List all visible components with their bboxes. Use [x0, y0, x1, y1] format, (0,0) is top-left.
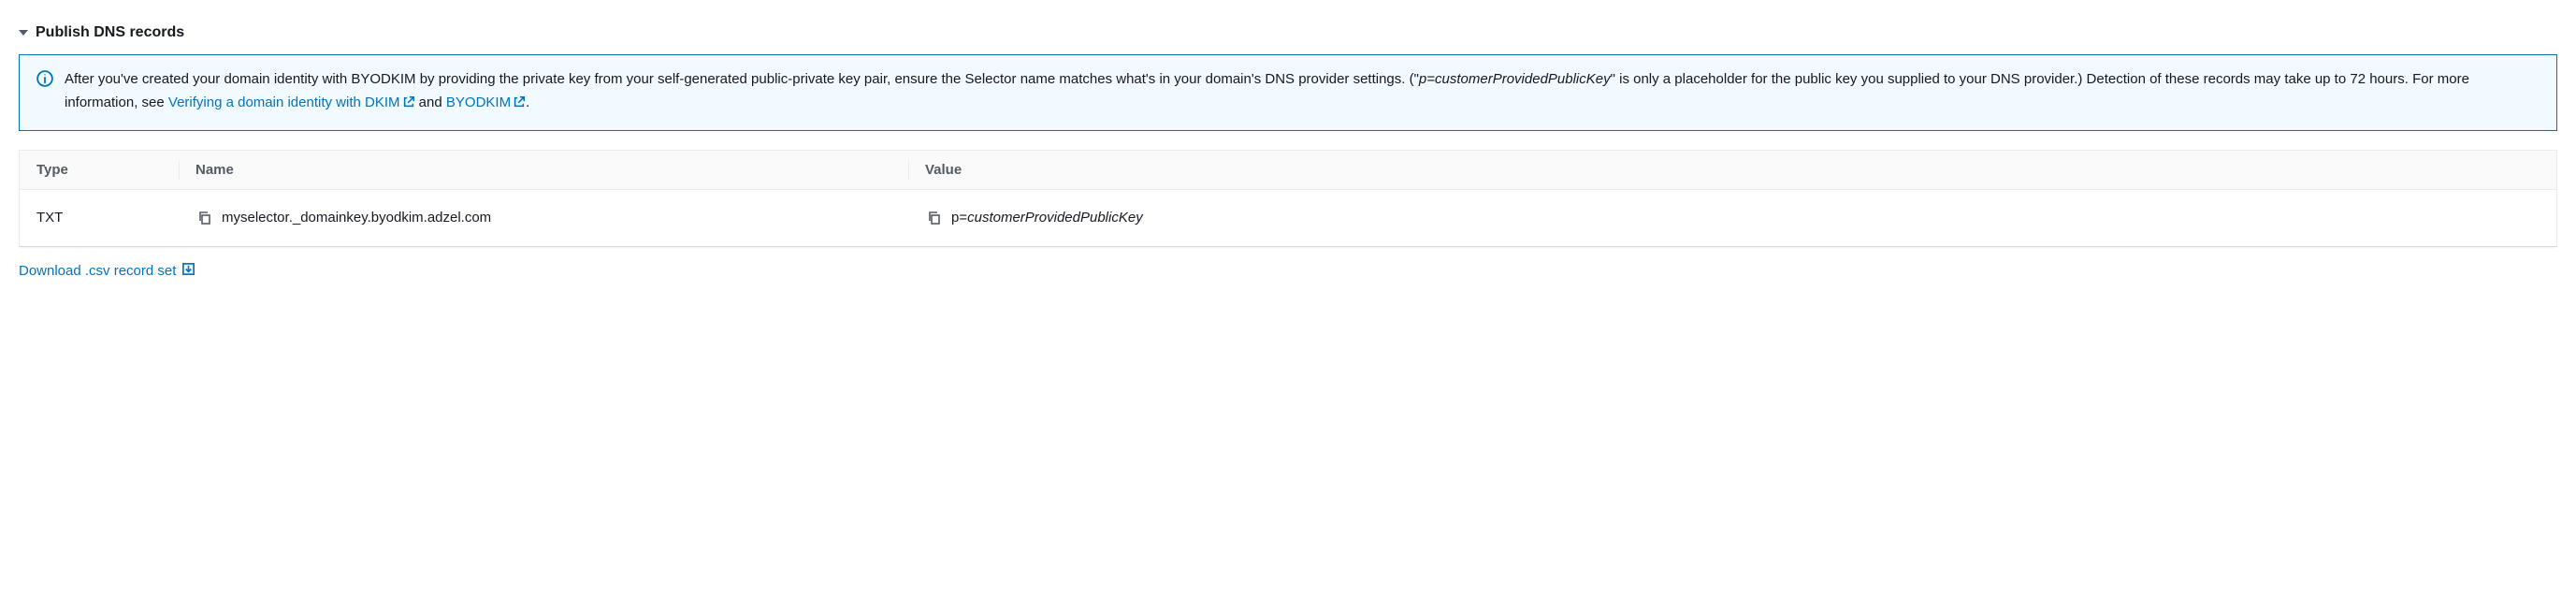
- alert-and: and: [415, 95, 446, 110]
- copy-value-button[interactable]: [925, 209, 944, 227]
- link-byodkim-text: BYODKIM: [446, 95, 511, 110]
- cell-name-text: myselector._domainkey.byodkim.adzel.com: [222, 210, 491, 226]
- col-header-name: Name: [179, 151, 908, 189]
- table-header-row: Type Name Value: [20, 151, 2556, 190]
- download-icon: [181, 262, 195, 280]
- alert-text-1: After you've created your domain identit…: [65, 71, 1419, 87]
- external-link-icon: [513, 94, 526, 117]
- link-byodkim[interactable]: BYODKIM: [446, 95, 526, 110]
- cell-name: myselector._domainkey.byodkim.adzel.com: [179, 197, 908, 239]
- col-header-value: Value: [908, 151, 2556, 189]
- alert-message: After you've created your domain identit…: [65, 68, 2540, 117]
- caret-down-icon: [19, 30, 28, 36]
- external-link-icon: [402, 94, 415, 117]
- table-row: TXT myselector._domainkey.byodkim.adzel.…: [20, 190, 2556, 246]
- cell-value: p=customerProvidedPublicKey: [908, 197, 2556, 239]
- toggle-panel-header[interactable]: Publish DNS records: [19, 19, 2557, 54]
- col-header-type: Type: [20, 151, 179, 189]
- info-icon: [36, 70, 53, 117]
- alert-placeholder-em: p=customerProvidedPublicKey: [1419, 71, 1611, 87]
- info-alert: After you've created your domain identit…: [19, 54, 2557, 131]
- link-verify-dkim[interactable]: Verifying a domain identity with DKIM: [168, 95, 415, 110]
- value-em: customerProvidedPublicKey: [967, 210, 1143, 226]
- download-csv-label: Download .csv record set: [19, 263, 176, 279]
- cell-type: TXT: [20, 198, 179, 237]
- link-verify-dkim-text: Verifying a domain identity with DKIM: [168, 95, 400, 110]
- dns-records-table: Type Name Value TXT myselector._domainke…: [19, 150, 2557, 247]
- alert-period: .: [526, 95, 529, 110]
- copy-name-button[interactable]: [195, 209, 214, 227]
- value-prefix: p=: [951, 210, 967, 226]
- cell-value-text: p=customerProvidedPublicKey: [951, 210, 1143, 226]
- download-csv-link[interactable]: Download .csv record set: [19, 262, 195, 280]
- panel-title: Publish DNS records: [36, 24, 184, 41]
